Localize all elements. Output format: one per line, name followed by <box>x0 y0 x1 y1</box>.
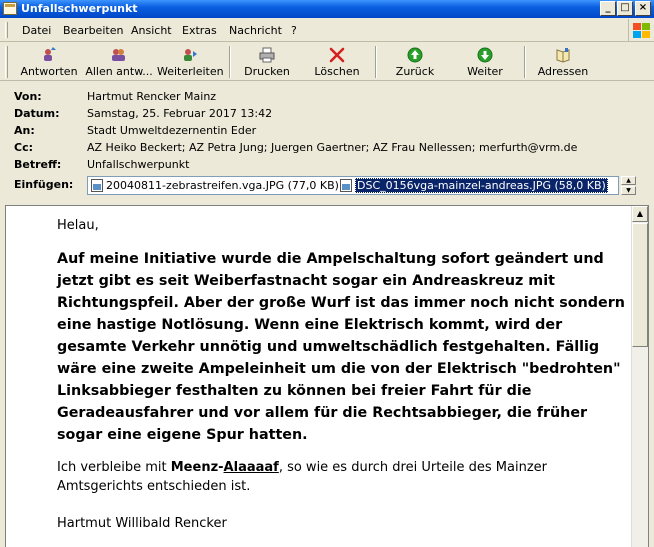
window-title: Unfallschwerpunkt <box>21 2 138 15</box>
image-file-icon <box>340 179 352 192</box>
attachments-scroll-up[interactable]: ▲ <box>621 176 636 185</box>
alaaaaf-link[interactable]: Alaaaaf <box>224 460 279 475</box>
delete-x-icon <box>329 47 345 63</box>
menu-help[interactable]: ? <box>291 24 297 37</box>
addresses-button[interactable]: Adressen <box>534 43 592 81</box>
scroll-thumb[interactable] <box>632 223 648 347</box>
menu-datei[interactable]: Datei <box>22 24 51 37</box>
toolbar: Antworten Allen antw... Weiterleiten Dru… <box>0 43 654 81</box>
windows-logo-icon <box>628 19 650 41</box>
delete-button[interactable]: Löschen <box>308 43 366 81</box>
reply-button[interactable]: Antworten <box>18 43 80 81</box>
address-book-icon <box>556 48 570 63</box>
reply-all-icon <box>112 49 125 61</box>
subject-value: Unfallschwerpunkt <box>87 158 190 171</box>
arrow-down-icon <box>477 47 493 63</box>
reply-icon <box>44 47 56 61</box>
forward-icon <box>184 49 197 61</box>
next-button[interactable]: Weiter <box>458 43 512 81</box>
date-value: Samstag, 25. Februar 2017 13:42 <box>87 107 273 120</box>
closing-paragraph: Ich verbleibe mit Meenz-Alaaaaf, so wie … <box>57 460 548 494</box>
print-button[interactable]: Drucken <box>240 43 294 81</box>
printer-icon <box>259 47 275 63</box>
attachments-list[interactable]: 20040811-zebrastreifen.vga.JPG (77,0 KB)… <box>87 176 619 195</box>
image-file-icon <box>91 179 103 192</box>
title-bar: Unfallschwerpunkt _ □ × <box>0 0 654 18</box>
cc-value: AZ Heiko Beckert; AZ Petra Jung; Juergen… <box>87 141 578 154</box>
message-body-pane[interactable]: Helau, Auf meine Initiative wurde die Am… <box>5 205 649 547</box>
back-button[interactable]: Zurück <box>388 43 442 81</box>
from-label: Von: <box>14 90 42 103</box>
menu-grip <box>5 22 8 38</box>
message-body: Helau, Auf meine Initiative wurde die Am… <box>57 218 627 532</box>
date-label: Datum: <box>14 107 60 120</box>
minimize-button[interactable]: _ <box>600 1 616 16</box>
toolbar-separator <box>524 46 526 78</box>
forward-button[interactable]: Weiterleiten <box>157 43 224 81</box>
close-button[interactable]: × <box>635 1 651 16</box>
attachments-label: Einfügen: <box>14 178 74 191</box>
attachment-item[interactable]: 20040811-zebrastreifen.vga.JPG (77,0 KB) <box>90 178 339 193</box>
signature: Hartmut Willibald Rencker <box>57 516 227 531</box>
greeting: Helau, <box>57 218 99 233</box>
attachments-scroll-down[interactable]: ▼ <box>621 186 636 195</box>
reply-all-button[interactable]: Allen antw... <box>84 43 154 81</box>
maximize-button[interactable]: □ <box>617 1 633 16</box>
menu-bearbeiten[interactable]: Bearbeiten <box>63 24 123 37</box>
menu-nachricht[interactable]: Nachricht <box>229 24 282 37</box>
to-label: An: <box>14 124 35 137</box>
subject-label: Betreff: <box>14 158 62 171</box>
from-value: Hartmut Rencker Mainz <box>87 90 217 103</box>
cc-label: Cc: <box>14 141 33 154</box>
scroll-up-button[interactable]: ▲ <box>632 206 648 222</box>
attachment-item-selected[interactable]: DSC_0156vga-mainzel-andreas.JPG (58,0 KB… <box>339 178 608 193</box>
arrow-up-icon <box>407 47 423 63</box>
menu-bar: Datei Bearbeiten Ansicht Extras Nachrich… <box>0 18 654 42</box>
toolbar-grip <box>5 46 8 78</box>
toolbar-separator <box>229 46 231 78</box>
menu-ansicht[interactable]: Ansicht <box>131 24 172 37</box>
toolbar-separator <box>375 46 377 78</box>
menu-extras[interactable]: Extras <box>182 24 217 37</box>
body-paragraph: Auf meine Initiative wurde die Ampelscha… <box>57 251 625 443</box>
to-value: Stadt Umweltdezernentin Eder <box>87 124 257 137</box>
vertical-scrollbar[interactable]: ▲ <box>631 206 648 547</box>
email-message-icon <box>3 2 17 15</box>
